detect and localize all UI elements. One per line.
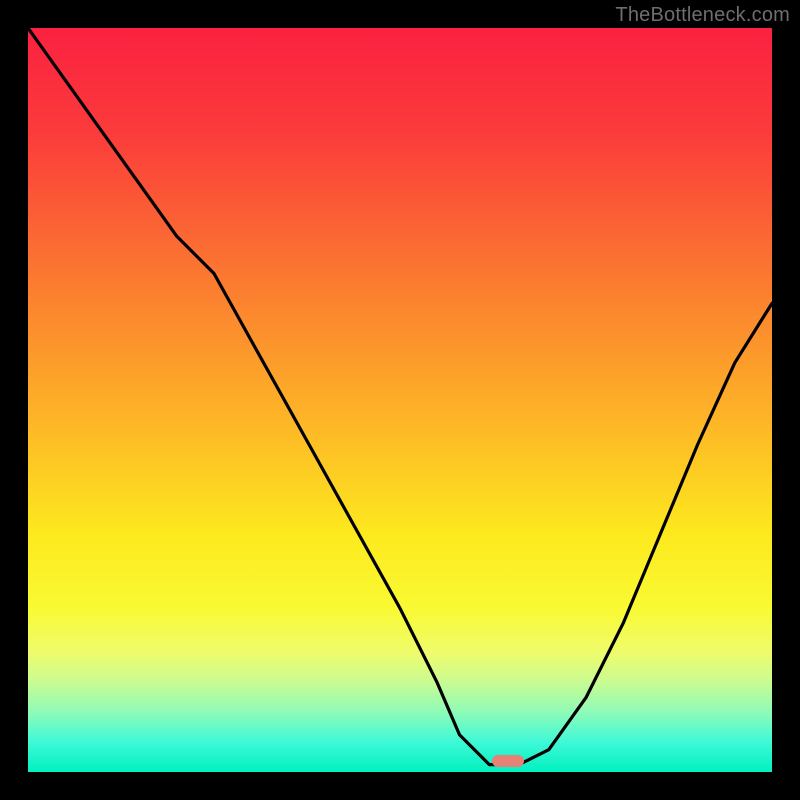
curve-path: [28, 28, 772, 765]
bottleneck-curve: [28, 28, 772, 772]
chart-frame: TheBottleneck.com: [0, 0, 800, 800]
plot-area: [28, 28, 772, 772]
watermark-label: TheBottleneck.com: [615, 4, 790, 27]
optimum-marker: [492, 755, 524, 767]
